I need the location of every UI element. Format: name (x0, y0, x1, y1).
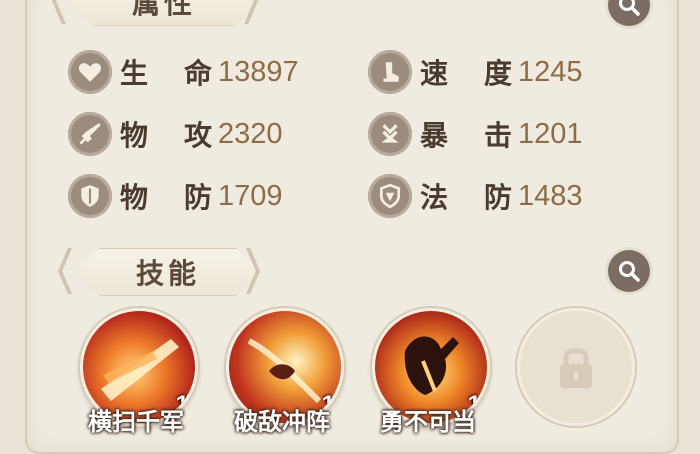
shield-icon (68, 174, 112, 218)
skills-header: 技能 (74, 248, 262, 296)
stat-physical-attack: 物 攻 2320 (68, 111, 283, 157)
stat-physical-defense: 物 防 1709 (68, 173, 283, 219)
stat-hp: 生 命 13897 (68, 49, 299, 95)
stat-crit-value: 1201 (518, 117, 583, 150)
magnifier-icon (619, 0, 640, 16)
lock-icon (560, 348, 592, 388)
attributes-title: 属性 (131, 0, 196, 20)
stat-physical-attack-value: 2320 (218, 117, 283, 150)
stat-crit-char-2: 击 (483, 119, 512, 152)
stat-magic-defense-value: 1483 (518, 179, 583, 212)
stat-patk-char-1: 物 (120, 119, 149, 152)
stat-hp-value: 13897 (218, 55, 299, 88)
attributes-header: 属性 (68, 0, 260, 26)
stat-crit-char-1: 暴 (420, 119, 449, 152)
skills-title: 技能 (135, 257, 200, 290)
stat-speed: 速 度 1245 (368, 49, 583, 95)
stat-speed-char-2: 度 (483, 57, 512, 90)
magic-shield-icon (368, 174, 412, 218)
stat-crit: 暴 击 1201 (368, 111, 583, 157)
arrow-down-icon (368, 112, 412, 156)
stat-mdef-char-2: 防 (483, 181, 512, 214)
stat-physical-defense-value: 1709 (218, 179, 283, 212)
skill-name: 破敌冲阵 (234, 407, 330, 436)
stat-hp-char-1: 生 (120, 57, 149, 90)
stat-speed-char-1: 速 (420, 57, 449, 90)
stat-magic-defense: 法 防 1483 (368, 173, 583, 219)
skills-search-button[interactable] (608, 250, 650, 292)
skill-name: 勇不可当 (380, 407, 476, 436)
stat-hp-char-2: 命 (183, 57, 212, 90)
stat-mdef-char-1: 法 (420, 181, 449, 214)
stat-patk-char-2: 攻 (183, 119, 212, 152)
sword-icon (68, 112, 112, 156)
skill-name: 横扫千军 (88, 407, 184, 436)
heart-icon (68, 50, 112, 94)
stat-pdef-char-2: 防 (183, 181, 212, 214)
stat-pdef-char-1: 物 (120, 181, 149, 214)
stat-speed-value: 1245 (518, 55, 583, 88)
boot-icon (368, 50, 412, 94)
skill-slot-locked[interactable] (517, 308, 635, 426)
magnifier-icon (619, 261, 640, 282)
